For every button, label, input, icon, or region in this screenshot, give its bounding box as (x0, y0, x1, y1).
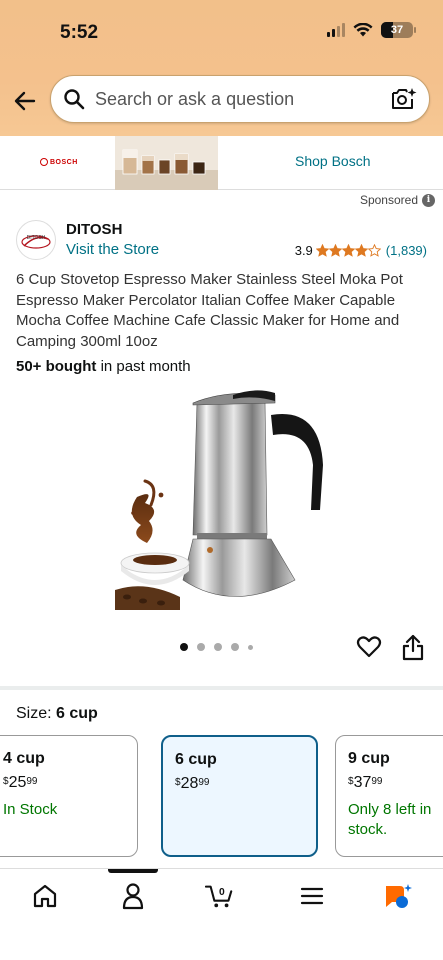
account-icon (122, 883, 144, 910)
image-carousel-dots[interactable] (180, 643, 253, 651)
size-option-price: $28 99 (175, 775, 210, 792)
search-input[interactable]: Search or ask a question (95, 89, 389, 110)
size-option-availability: Only 8 left in stock. (348, 801, 432, 838)
carousel-dot[interactable] (248, 644, 253, 650)
info-icon[interactable]: i (422, 193, 435, 207)
size-option-price: $25 99 (3, 774, 38, 791)
carousel-dot[interactable] (197, 643, 205, 651)
nav-rufus[interactable] (382, 881, 412, 911)
selected-size: 6 cup (56, 705, 98, 722)
star-icon (328, 244, 342, 257)
sponsored-text: Sponsored (359, 193, 418, 207)
star-icon (367, 244, 381, 257)
ditosh-logo-icon: DITOSH (21, 235, 51, 249)
product-title: 6 Cup Stovetop Espresso Maker Stainless … (16, 271, 403, 350)
search-icon (64, 89, 85, 110)
search-bar[interactable]: Search or ask a question (50, 75, 430, 123)
rufus-ai-icon (386, 884, 412, 908)
rating-summary[interactable]: 3.9 (1,839) (295, 243, 427, 258)
star-icon (354, 244, 368, 257)
size-option-6-cup[interactable]: 6 cup $28 99 (161, 735, 318, 857)
size-label: Size: 6 cup (16, 705, 98, 722)
size-option-availability: In Stock (3, 801, 58, 818)
rating-count[interactable]: (1,839) (386, 243, 427, 258)
nav-account[interactable] (118, 881, 148, 911)
nav-home[interactable] (30, 881, 60, 911)
size-option-name: 6 cup (175, 751, 217, 768)
size-option-name: 4 cup (3, 750, 45, 767)
share-icon[interactable] (401, 633, 425, 661)
battery-icon: 37 (381, 22, 416, 38)
visit-store-link[interactable]: Visit the Store (66, 241, 159, 258)
sponsored-banner[interactable]: BOSCH Shop Bosch (0, 136, 443, 190)
carousel-dot[interactable] (214, 643, 222, 651)
heart-icon[interactable] (356, 634, 382, 660)
active-tab-indicator (108, 869, 158, 873)
size-option-4-cup[interactable]: 4 cup $25 99 In Stock (0, 735, 138, 857)
menu-icon (300, 887, 324, 905)
cart-icon: 0 (205, 885, 233, 908)
bought-in-past-month: 50+ bought in past month (16, 358, 191, 375)
svg-text:DITOSH: DITOSH (27, 235, 46, 241)
sponsored-label[interactable]: Sponsored i (360, 193, 435, 207)
nav-menu[interactable] (297, 881, 327, 911)
carousel-dot[interactable] (180, 643, 188, 651)
size-option-price: $37 99 (348, 774, 383, 791)
status-icons: 37 (327, 22, 416, 38)
banner-coffee-cups-image (115, 136, 218, 190)
size-option-name: 9 cup (348, 750, 390, 767)
status-time: 5:52 (60, 22, 99, 43)
nav-cart[interactable]: 0 (205, 881, 235, 911)
app-header: 5:52 37 Search or ask a question (0, 0, 443, 136)
carousel-dot[interactable] (231, 643, 239, 651)
shop-bosch-link[interactable]: Shop Bosch (295, 153, 371, 169)
camera-search-icon[interactable] (389, 85, 417, 113)
star-icon (315, 244, 329, 257)
battery-level: 37 (390, 24, 404, 36)
star-rating (315, 244, 381, 257)
star-icon (341, 244, 355, 257)
cart-count: 0 (219, 887, 225, 898)
bosch-logo: BOSCH (40, 158, 78, 166)
rating-value: 3.9 (294, 243, 313, 258)
home-icon (33, 884, 57, 908)
brand-logo[interactable]: DITOSH (16, 220, 56, 260)
back-arrow-icon[interactable] (12, 88, 38, 114)
section-divider (0, 686, 443, 690)
brand-name: DITOSH (66, 221, 123, 238)
bottom-navigation: 0 (0, 868, 443, 960)
product-image[interactable] (115, 385, 330, 610)
wifi-icon (353, 23, 373, 37)
size-option-9-cup[interactable]: 9 cup $37 99 Only 8 left in stock. (335, 735, 443, 857)
cellular-signal-icon (327, 23, 345, 37)
